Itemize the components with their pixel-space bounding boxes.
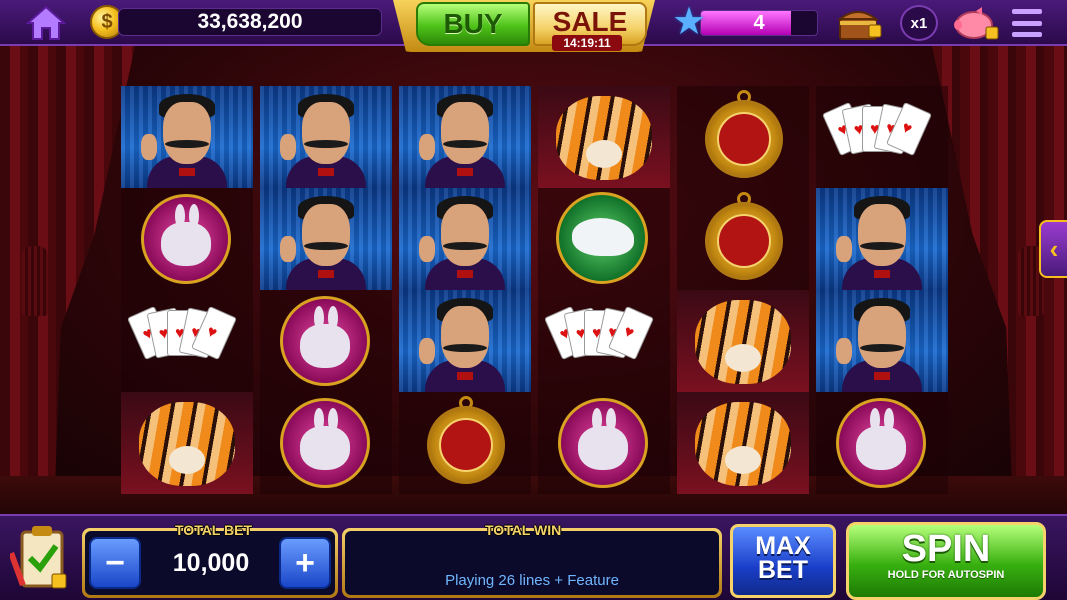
- left-tassel: [22, 246, 48, 316]
- max-bet-button[interactable]: MAX BET: [730, 524, 836, 598]
- reel-4: ♥ ♥ ♥ ♥ ♥: [538, 86, 670, 494]
- multiplier-badge[interactable]: x1: [900, 5, 938, 41]
- symbol-tiger: [677, 392, 809, 494]
- sale-timer: 14:19:11: [552, 35, 622, 51]
- symbol-magician: [399, 86, 531, 188]
- coin-balance: 33,638,200: [118, 8, 382, 36]
- buy-button[interactable]: BUY: [416, 2, 530, 46]
- symbol-magician: [816, 290, 948, 392]
- right-curtain: [932, 46, 1067, 516]
- symbol-magician: [816, 188, 948, 290]
- star-icon: ★: [672, 1, 707, 43]
- piggy-bank-icon: [954, 7, 999, 40]
- reel-1: ♥ ♥ ♥ ♥ ♥: [121, 86, 253, 494]
- reel-grid: ♥ ♥ ♥ ♥ ♥ ♥ ♥ ♥ ♥ ♥ ♥ ♥ ♥ ♥ ♥: [121, 86, 948, 494]
- total-bet-label: TOTAL BET: [175, 522, 252, 538]
- symbol-watch: [677, 188, 809, 290]
- home-button[interactable]: [25, 5, 67, 41]
- playing-lines-text: Playing 26 lines + Feature: [445, 572, 619, 589]
- menu-button[interactable]: [1012, 9, 1042, 37]
- side-panel-toggle[interactable]: ‹: [1039, 220, 1067, 278]
- home-icon: [25, 5, 67, 40]
- treasure-chest-icon: [837, 11, 882, 40]
- left-curtain: [0, 46, 135, 516]
- decrease-bet-button[interactable]: −: [89, 537, 141, 589]
- symbol-magician: [260, 86, 392, 188]
- symbol-tiger: [538, 86, 670, 188]
- reel-6: ♥ ♥ ♥ ♥ ♥: [816, 86, 948, 494]
- symbol-tiger: [121, 392, 253, 494]
- autospin-hint: HOLD FOR AUTOSPIN: [887, 569, 1005, 581]
- menu-icon-line: [1012, 32, 1042, 37]
- paytable-button[interactable]: [8, 522, 74, 594]
- paytable-icon: [8, 526, 67, 589]
- reel-2: [260, 86, 392, 494]
- symbol-rabbit: [816, 392, 948, 494]
- symbol-rabbit: [260, 392, 392, 494]
- total-bet-panel: TOTAL BET − 10,000 +: [82, 522, 338, 598]
- symbol-dove: [538, 188, 670, 290]
- symbol-watch: [399, 392, 531, 494]
- spin-label: SPIN: [901, 528, 991, 570]
- symbol-rabbit: [121, 188, 253, 290]
- symbol-magician: [121, 86, 253, 188]
- level-number: 4: [753, 11, 765, 34]
- menu-icon: [1012, 9, 1042, 14]
- max-bet-label-line2: BET: [758, 556, 808, 584]
- symbol-cards: ♥ ♥ ♥ ♥ ♥: [121, 290, 253, 392]
- symbol-cards: ♥ ♥ ♥ ♥ ♥: [816, 86, 948, 188]
- increase-bet-button[interactable]: +: [279, 537, 331, 589]
- symbol-rabbit: [538, 392, 670, 494]
- treasure-chest-button[interactable]: [836, 5, 884, 41]
- symbol-magician: [399, 290, 531, 392]
- symbol-tiger: [677, 290, 809, 392]
- symbol-watch: [677, 86, 809, 188]
- total-bet-value: 10,000: [172, 548, 250, 577]
- spin-button[interactable]: SPIN HOLD FOR AUTOSPIN: [846, 522, 1046, 600]
- max-bet-label-line1: MAX: [755, 532, 811, 560]
- symbol-magician: [399, 188, 531, 290]
- symbol-cards: ♥ ♥ ♥ ♥ ♥: [538, 290, 670, 392]
- reel-3: [399, 86, 531, 494]
- menu-icon-line: [1012, 20, 1042, 26]
- reel-5: [677, 86, 809, 494]
- bottom-bar: TOTAL BET − 10,000 + TOTAL WIN Playing 2…: [0, 514, 1067, 600]
- piggy-bank-button[interactable]: [952, 5, 1000, 43]
- total-win-panel: TOTAL WIN Playing 26 lines + Feature: [342, 522, 722, 598]
- symbol-magician: [260, 188, 392, 290]
- symbol-rabbit: [260, 290, 392, 392]
- total-win-label: TOTAL WIN: [485, 522, 562, 538]
- top-bar: $ 33,638,200 BUY SALE 14:19:11 4 ★ x1: [0, 0, 1067, 52]
